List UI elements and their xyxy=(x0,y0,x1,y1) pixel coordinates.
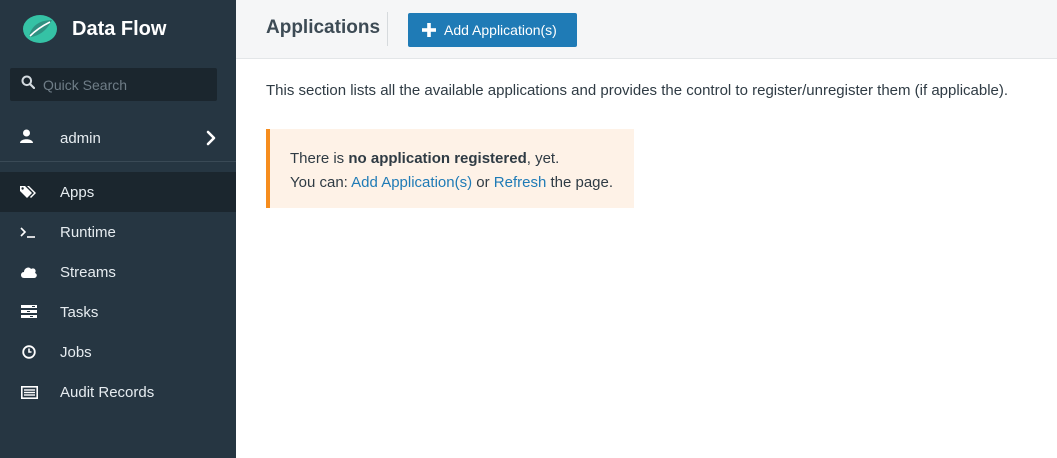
section-description: This section lists all the available app… xyxy=(266,82,1009,99)
alert-line-1: There is no application registered, yet. xyxy=(290,147,634,171)
sidebar-item-label: Streams xyxy=(60,263,116,281)
sidebar-item-label: Tasks xyxy=(60,303,99,321)
alert-text: or xyxy=(472,174,494,191)
sidebar-item-label: Jobs xyxy=(60,343,92,361)
sidebar-item-apps[interactable]: Apps xyxy=(0,172,236,212)
plus-icon xyxy=(422,23,436,37)
cloud-icon xyxy=(20,263,38,281)
alert-text: , yet. xyxy=(526,150,560,167)
sidebar-item-label: Apps xyxy=(60,183,95,201)
tags-icon xyxy=(20,183,38,201)
sidebar-divider xyxy=(0,161,236,162)
sidebar-item-streams[interactable]: Streams xyxy=(0,252,236,292)
list-icon xyxy=(20,383,38,401)
no-apps-alert: There is no application registered, yet.… xyxy=(266,129,634,208)
brand[interactable]: Data Flow xyxy=(0,0,236,58)
terminal-icon xyxy=(20,223,38,241)
spring-logo-icon xyxy=(18,12,62,46)
sidebar: Data Flow admin xyxy=(0,0,236,458)
tasks-icon xyxy=(20,303,38,321)
page-title: Applications xyxy=(266,17,381,38)
alert-text: the page. xyxy=(546,174,614,191)
user-menu[interactable]: admin xyxy=(0,116,236,160)
sidebar-nav: Apps Runtime Streams Tasks Jobs Audit Re… xyxy=(0,172,236,412)
clock-icon xyxy=(20,343,38,361)
sidebar-item-jobs[interactable]: Jobs xyxy=(0,332,236,372)
alert-line-2: You can: Add Application(s) or Refresh t… xyxy=(290,171,634,195)
quick-search xyxy=(10,68,217,101)
sidebar-item-runtime[interactable]: Runtime xyxy=(0,212,236,252)
alert-text: You can: xyxy=(290,174,352,191)
add-application-link[interactable]: Add Application(s) xyxy=(351,174,472,191)
refresh-link[interactable]: Refresh xyxy=(494,174,547,191)
sidebar-item-label: Runtime xyxy=(60,223,116,241)
user-icon xyxy=(20,129,33,148)
sidebar-item-tasks[interactable]: Tasks xyxy=(0,292,236,332)
page-header: Applications Add Application(s) xyxy=(236,0,1057,59)
sidebar-item-label: Audit Records xyxy=(60,383,155,401)
sidebar-item-audit-records[interactable]: Audit Records xyxy=(0,372,236,412)
search-input[interactable] xyxy=(43,76,203,93)
add-application-button[interactable]: Add Application(s) xyxy=(408,13,577,47)
user-name: admin xyxy=(60,129,101,147)
alert-emphasis: no application registered xyxy=(348,150,527,167)
header-divider xyxy=(387,12,388,46)
add-application-label: Add Application(s) xyxy=(444,22,557,38)
search-icon xyxy=(21,75,36,94)
chevron-right-icon[interactable] xyxy=(206,130,216,151)
alert-text: There is xyxy=(290,150,349,167)
app-title: Data Flow xyxy=(72,17,167,40)
main-content: Applications Add Application(s) This sec… xyxy=(236,0,1057,458)
